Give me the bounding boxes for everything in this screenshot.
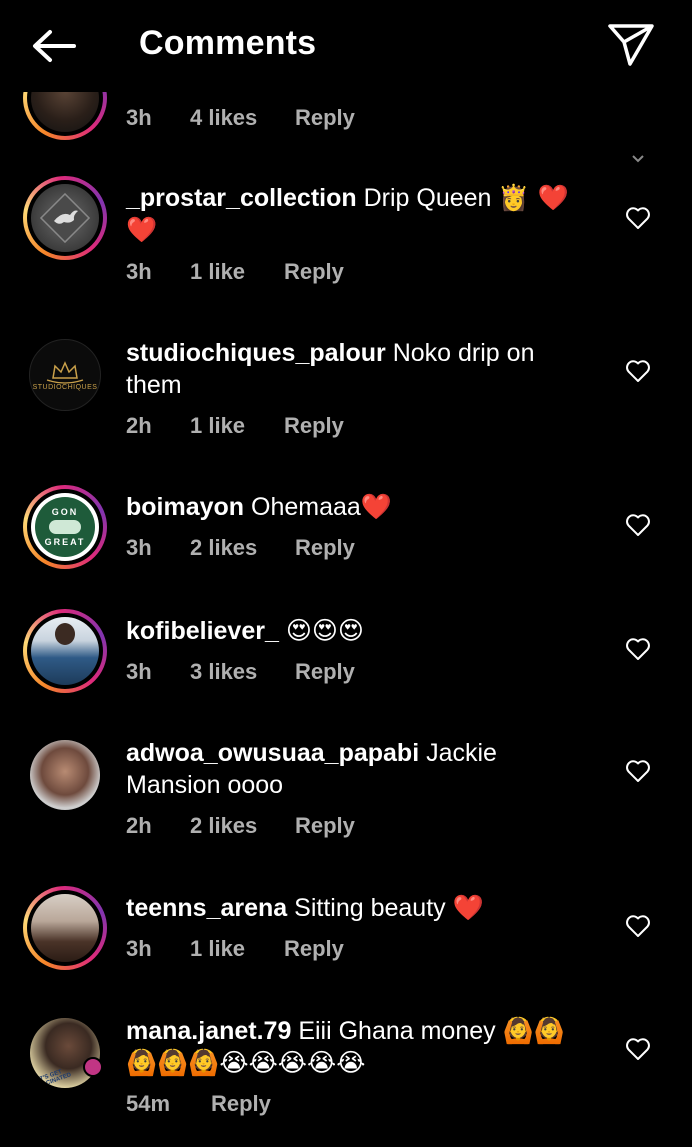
comment-emoji: ❤️ (360, 492, 392, 521)
puma-logo-icon (40, 193, 90, 243)
comment-username[interactable]: boimayon (126, 493, 244, 521)
studiochiques-logo-text: STUDIOCHIQUES (32, 383, 98, 391)
comment-username[interactable]: adwoa_owusuaa_papabi (126, 739, 419, 767)
reply-button[interactable]: Reply (211, 1091, 271, 1117)
avatar[interactable]: LET'S GET VACCINATED (23, 1011, 107, 1095)
comment-likes[interactable]: 2 likes (190, 535, 257, 561)
avatar[interactable] (23, 609, 107, 693)
comment-likes[interactable]: 1 like (190, 259, 245, 285)
comment-emoji: 🙆🙆 (502, 1016, 565, 1045)
comment-message: Ohemaaa (251, 493, 361, 521)
reply-button[interactable]: Reply (295, 659, 355, 685)
back-arrow-icon[interactable] (30, 26, 78, 66)
comment-message: Sitting beauty (294, 894, 446, 922)
reply-button[interactable]: Reply (284, 936, 344, 962)
comment-message: Noko drip on (392, 339, 535, 367)
comment-likes[interactable]: 1 like (190, 936, 245, 962)
comment-time: 54m (126, 1091, 171, 1116)
comment-emoji: 👸 ❤️ (498, 183, 569, 212)
send-icon[interactable] (606, 22, 656, 68)
comment-emoji: ❤️ (452, 893, 484, 922)
reply-button[interactable]: Reply (295, 535, 355, 561)
reply-button[interactable]: Reply (284, 413, 344, 439)
comment-likes[interactable]: 3 likes (190, 659, 257, 685)
top-bar: Comments (0, 0, 692, 92)
heart-icon[interactable] (625, 637, 651, 661)
avatar[interactable] (23, 733, 107, 817)
comment-message: Jackie (426, 739, 497, 767)
page-title: Comments (139, 24, 317, 62)
reply-button[interactable]: Reply (295, 105, 355, 131)
heart-icon[interactable] (625, 1037, 651, 1061)
comments-list: 3h 4 likes Reply _prostar_collection Dri… (0, 0, 692, 1147)
comment-text: _prostar_collection Drip Queen 👸 ❤️ ❤️ (126, 182, 596, 246)
comment-time: 2h (126, 413, 152, 438)
heart-icon[interactable] (625, 359, 651, 383)
comment-text: boimayon Ohemaaa❤️ (126, 491, 596, 523)
reply-button[interactable]: Reply (284, 259, 344, 285)
heart-icon[interactable] (625, 513, 651, 537)
comment-time: 3h (126, 659, 152, 684)
comment-time: 2h (126, 813, 152, 838)
heart-icon[interactable] (625, 759, 651, 783)
gon-logo-text: GON (51, 507, 79, 517)
comment-likes[interactable]: 1 like (190, 413, 245, 439)
reply-button[interactable]: Reply (295, 813, 355, 839)
comment-message-line2: them (126, 371, 182, 399)
comment-emoji-line2: ❤️ (126, 215, 158, 244)
comment-message-line2: Mansion oooo (126, 771, 284, 799)
comment-likes[interactable]: 2 likes (190, 813, 257, 839)
logo-emblem (49, 520, 81, 534)
figure-head (55, 623, 75, 645)
chevron-down-icon (632, 155, 644, 163)
comment-time: 3h (126, 105, 152, 130)
comment-username[interactable]: mana.janet.79 (126, 1017, 291, 1045)
comment-text: mana.janet.79 Eiii Ghana money 🙆🙆 🙆🙆🙆😭😭😭… (126, 1015, 596, 1079)
comment-text: adwoa_owusuaa_papabi Jackie Mansion oooo (126, 737, 596, 801)
comment-message: Drip Queen (363, 184, 492, 212)
comment-username[interactable]: studiochiques_palour (126, 339, 386, 367)
great-logo-text: GREAT (44, 537, 86, 547)
heart-icon[interactable] (625, 914, 651, 938)
comment-message: Eiii Ghana money (298, 1017, 496, 1045)
comment-time: 3h (126, 936, 152, 961)
avatar[interactable] (23, 176, 107, 260)
comment-emoji-line2: 🙆🙆🙆😭😭😭😭😭 (126, 1048, 366, 1077)
comment-username[interactable]: kofibeliever_ (126, 617, 279, 645)
avatar[interactable] (23, 886, 107, 970)
comment-username[interactable]: _prostar_collection (126, 184, 357, 212)
avatar[interactable]: STUDIOCHIQUES (23, 333, 107, 417)
comment-text: kofibeliever_ 😍😍😍 (126, 615, 596, 647)
comment-likes[interactable]: 4 likes (190, 105, 257, 131)
crown-logo-icon (46, 360, 84, 384)
comment-time: 3h (126, 535, 152, 560)
comment-text: studiochiques_palour Noko drip on them (126, 337, 596, 401)
comment-time: 3h (126, 259, 152, 284)
comment-text: teenns_arena Sitting beauty ❤️ (126, 892, 596, 924)
comment-username[interactable]: teenns_arena (126, 894, 287, 922)
comment-emoji: 😍😍😍 (285, 616, 364, 645)
story-badge (83, 1057, 103, 1077)
avatar[interactable]: GON GREAT (23, 485, 107, 569)
heart-icon[interactable] (625, 206, 651, 230)
